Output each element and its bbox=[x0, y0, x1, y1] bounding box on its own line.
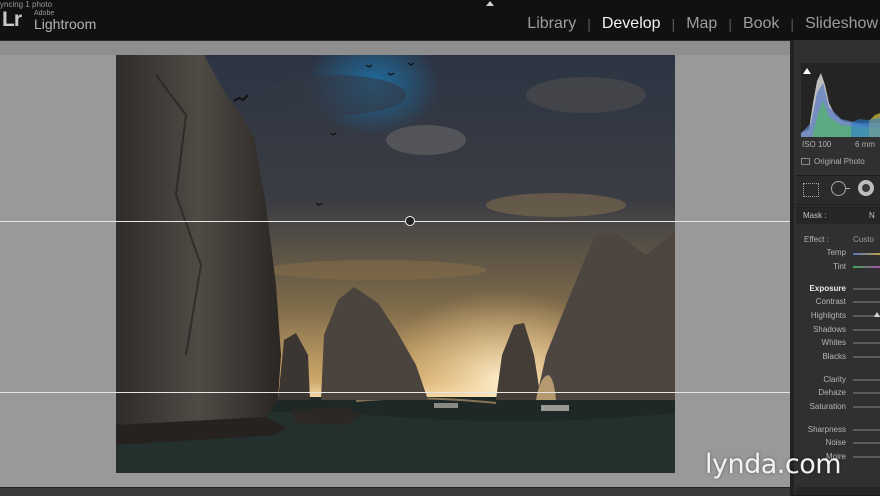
module-slideshow[interactable]: Slideshow bbox=[805, 15, 878, 33]
slider-label-tint: Tint bbox=[832, 262, 846, 271]
module-separator: | bbox=[587, 16, 591, 32]
mask-label: Mask : bbox=[803, 211, 827, 220]
slider-blacks[interactable] bbox=[853, 356, 880, 358]
slider-whites[interactable] bbox=[853, 342, 880, 344]
mask-row[interactable]: Mask : N bbox=[796, 206, 880, 224]
histogram[interactable] bbox=[801, 63, 880, 137]
crop-overlay-icon[interactable] bbox=[803, 183, 819, 197]
slider-noise[interactable] bbox=[853, 442, 880, 444]
right-panel-footer bbox=[796, 487, 880, 495]
slider-label-whites: Whites bbox=[821, 338, 846, 347]
slider-dehaze[interactable] bbox=[853, 392, 880, 394]
effect-label: Effect : bbox=[804, 235, 829, 244]
slider-label-blacks: Blacks bbox=[822, 352, 846, 361]
photo-preview[interactable] bbox=[116, 55, 675, 473]
slider-saturation[interactable] bbox=[853, 406, 880, 408]
original-photo-label: Original Photo bbox=[814, 157, 865, 166]
module-separator: | bbox=[790, 16, 795, 32]
graduated-filter-pin[interactable] bbox=[405, 216, 415, 226]
canvas-top-strip bbox=[0, 40, 790, 55]
module-book[interactable]: Book bbox=[743, 15, 779, 33]
histogram-focal-length: 6 mm bbox=[855, 140, 875, 149]
module-develop[interactable]: Develop bbox=[602, 15, 661, 33]
clipping-indicator-icon[interactable] bbox=[803, 68, 811, 74]
slider-contrast[interactable] bbox=[853, 301, 880, 303]
slider-thumb[interactable] bbox=[874, 312, 880, 317]
graduated-filter-edge-line[interactable] bbox=[0, 392, 790, 393]
slider-label-highlights: Highlights bbox=[810, 311, 846, 320]
original-photo-toggle[interactable]: Original Photo bbox=[801, 157, 865, 166]
module-separator: | bbox=[671, 16, 676, 32]
slider-label-sharpness: Sharpness bbox=[807, 425, 846, 434]
slider-label-contrast: Contrast bbox=[815, 297, 846, 306]
slider-moire[interactable] bbox=[853, 456, 880, 458]
triangle-up-icon[interactable] bbox=[486, 1, 494, 6]
module-library[interactable]: Library bbox=[527, 15, 576, 33]
slider-label-saturation: Saturation bbox=[809, 402, 846, 411]
graduated-filter-center-line[interactable] bbox=[0, 221, 790, 222]
slider-clarity[interactable] bbox=[853, 379, 880, 381]
slider-sharpness[interactable] bbox=[853, 429, 880, 431]
slider-label-temp: Temp bbox=[826, 248, 846, 257]
mask-value[interactable]: N bbox=[869, 211, 875, 220]
slider-label-clarity: Clarity bbox=[823, 375, 846, 384]
lightroom-logo: Lr bbox=[2, 8, 22, 31]
module-map[interactable]: Map bbox=[686, 15, 717, 33]
lynda-watermark: lynda.com bbox=[705, 449, 842, 480]
module-separator: | bbox=[728, 16, 732, 32]
slider-tint[interactable] bbox=[853, 266, 880, 268]
histogram-iso: ISO 100 bbox=[802, 140, 832, 149]
slider-shadows[interactable] bbox=[853, 329, 880, 331]
slider-label-dehaze: Dehaze bbox=[818, 388, 846, 397]
slider-label-noise: Noise bbox=[825, 438, 846, 447]
module-picker: Library | Develop | Map | Book | Slidesh… bbox=[527, 15, 878, 33]
checkbox-icon[interactable] bbox=[801, 158, 810, 165]
effect-preset-select[interactable]: Custo bbox=[853, 235, 874, 244]
app-name: Lightroom bbox=[34, 16, 97, 32]
slider-label-exposure: Exposure bbox=[809, 284, 846, 293]
slider-temp[interactable] bbox=[853, 253, 880, 255]
slider-exposure[interactable] bbox=[853, 288, 880, 290]
slider-label-shadows: Shadows bbox=[813, 325, 846, 334]
spot-removal-icon[interactable] bbox=[831, 181, 850, 196]
red-eye-icon[interactable] bbox=[858, 180, 874, 196]
